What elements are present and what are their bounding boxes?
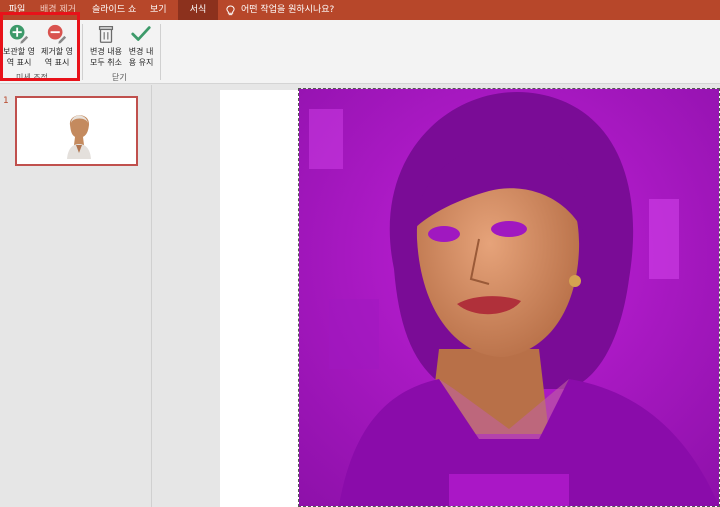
menu-bar: 파일 배경 제거 슬라이드 쇼 보기 서식 어떤 작업을 원하시나요? — [0, 0, 720, 20]
ribbon: 보관할 영 역 표시 제거할 영 역 표시 변경 내용 모두 취소 변경 내 용… — [0, 20, 720, 84]
highlight-box — [0, 12, 80, 81]
checkmark-icon — [131, 26, 151, 41]
group-separator — [160, 24, 161, 80]
tab-slideshow[interactable]: 슬라이드 쇼 — [92, 0, 136, 20]
slide-thumbnail-pane: 1 — [0, 85, 152, 507]
keepchanges-label-1: 변경 내 — [128, 47, 154, 56]
discard-all-changes-button[interactable]: 변경 내용 모두 취소 — [86, 23, 126, 68]
keepchanges-label-2: 용 유지 — [128, 58, 154, 67]
group-separator — [82, 24, 83, 80]
portrait-thumbnail-image — [67, 115, 91, 159]
tell-me-label: 어떤 작업을 원하시나요? — [241, 5, 335, 15]
discard-label-1: 변경 내용 — [90, 47, 122, 56]
tell-me-search[interactable]: 어떤 작업을 원하시나요? — [226, 0, 334, 20]
trash-icon — [98, 26, 114, 43]
tab-format[interactable]: 서식 — [178, 0, 218, 20]
portrait-photo-with-removal-overlay[interactable] — [298, 88, 720, 507]
keep-changes-button[interactable]: 변경 내 용 유지 — [126, 23, 156, 68]
slide-thumbnail[interactable] — [15, 96, 138, 166]
discard-label-2: 모두 취소 — [90, 58, 122, 67]
tab-view[interactable]: 보기 — [150, 0, 167, 20]
lightbulb-icon — [226, 5, 235, 15]
portrait-image — [299, 89, 719, 506]
group-label-close: 닫기 — [112, 73, 127, 82]
slide-number: 1 — [3, 96, 9, 106]
